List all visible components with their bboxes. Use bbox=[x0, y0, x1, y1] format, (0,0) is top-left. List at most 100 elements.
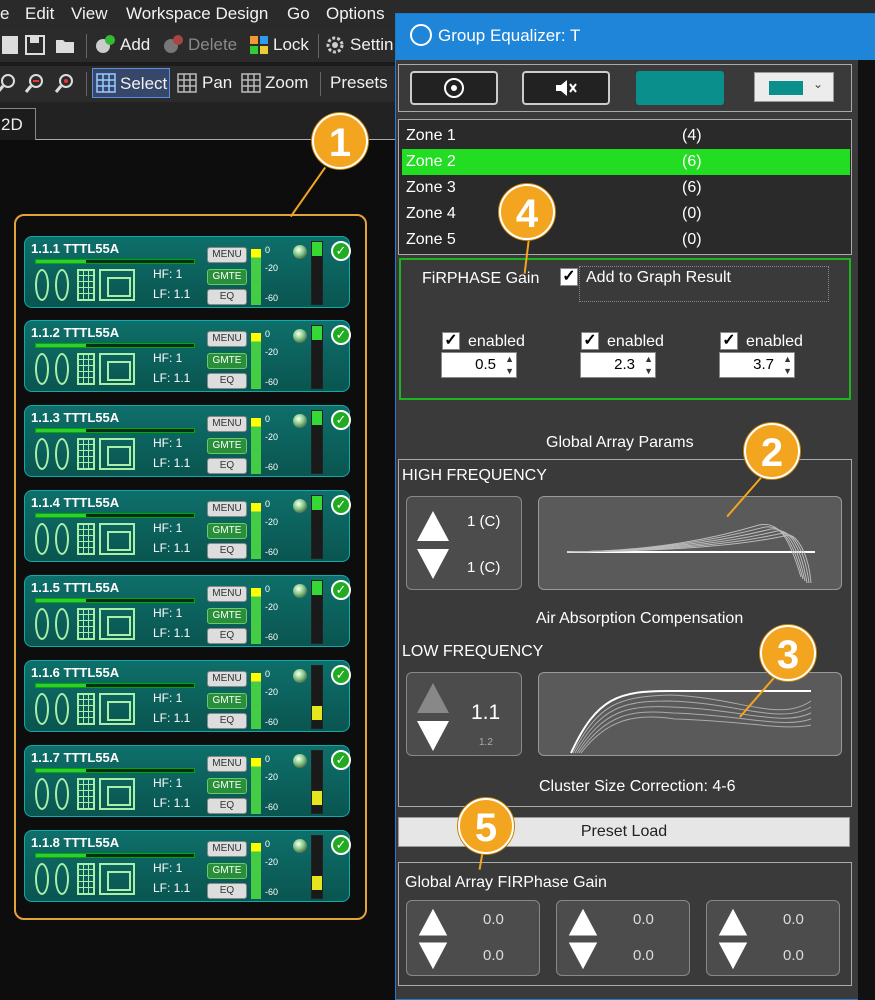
device-menu-button[interactable]: MENU bbox=[207, 586, 247, 602]
check-icon[interactable]: ✓ bbox=[331, 325, 351, 345]
add-button[interactable]: Add bbox=[120, 35, 150, 55]
device-eq-button[interactable]: EQ bbox=[207, 798, 247, 814]
device-name: 1.1.3 TTTL55A bbox=[31, 410, 120, 425]
meter-scale-0: 0 bbox=[265, 329, 271, 339]
device-row[interactable]: 1.1.5 TTTL55A HF: 1 LF: 1.1 MENU GMTE EQ 0 -20 -… bbox=[24, 575, 351, 647]
new-file-icon[interactable] bbox=[0, 34, 22, 56]
menu-workspace-design[interactable]: Workspace Design bbox=[126, 4, 268, 24]
device-gmte-button[interactable]: GMTE bbox=[207, 608, 247, 624]
device-eq-button[interactable]: EQ bbox=[207, 713, 247, 729]
check-icon[interactable]: ✓ bbox=[331, 580, 351, 600]
device-gmte-button[interactable]: GMTE bbox=[207, 778, 247, 794]
device-eq-button[interactable]: EQ bbox=[207, 543, 247, 559]
device-row[interactable]: 1.1.7 TTTL55A HF: 1 LF: 1.1 MENU GMTE EQ 0 -20 -… bbox=[24, 745, 351, 817]
zoom-out-icon[interactable] bbox=[24, 72, 46, 94]
global-firphase-stepper-3[interactable]: 0.0 0.0 bbox=[706, 900, 840, 976]
menu-file[interactable]: e bbox=[0, 4, 9, 24]
device-eq-button[interactable]: EQ bbox=[207, 373, 247, 389]
device-hf-value: HF: 1 bbox=[153, 606, 183, 620]
array-grid-icon bbox=[77, 353, 95, 385]
device-row[interactable]: 1.1.1 TTTL55A HF: 1 LF: 1.1 MENU GMTE EQ 0 -20 -… bbox=[24, 236, 351, 308]
presets-button[interactable]: Presets bbox=[330, 73, 388, 93]
device-row[interactable]: 1.1.6 TTTL55A HF: 1 LF: 1.1 MENU GMTE EQ 0 -20 -… bbox=[24, 660, 351, 732]
solo-button[interactable] bbox=[410, 71, 498, 105]
check-icon[interactable]: ✓ bbox=[331, 495, 351, 515]
device-eq-button[interactable]: EQ bbox=[207, 628, 247, 644]
device-gmte-button[interactable]: GMTE bbox=[207, 863, 247, 879]
menu-options[interactable]: Options bbox=[326, 4, 385, 24]
device-menu-button[interactable]: MENU bbox=[207, 501, 247, 517]
zoom-in-icon[interactable] bbox=[0, 72, 18, 94]
device-gmte-button[interactable]: GMTE bbox=[207, 693, 247, 709]
array-grid-icon bbox=[77, 608, 95, 640]
open-folder-icon[interactable] bbox=[54, 34, 76, 56]
high-frequency-stepper[interactable]: 1 (C) 1 (C) bbox=[406, 496, 522, 590]
enabled-checkbox-1[interactable]: ✓ bbox=[442, 332, 460, 350]
device-row[interactable]: 1.1.2 TTTL55A HF: 1 LF: 1.1 MENU GMTE EQ 0 -20 -… bbox=[24, 320, 351, 392]
check-icon[interactable]: ✓ bbox=[331, 410, 351, 430]
tab-2d[interactable]: 2D bbox=[0, 108, 36, 140]
menu-go[interactable]: Go bbox=[287, 4, 310, 24]
device-gmte-button[interactable]: GMTE bbox=[207, 269, 247, 285]
group-color-swatch[interactable] bbox=[636, 71, 724, 105]
device-vu-meter bbox=[251, 503, 261, 559]
check-icon[interactable]: ✓ bbox=[331, 750, 351, 770]
meter-scale-0: 0 bbox=[265, 584, 271, 594]
check-icon[interactable]: ✓ bbox=[331, 241, 351, 261]
global-firphase-stepper-2[interactable]: 0.0 0.0 bbox=[556, 900, 690, 976]
check-icon[interactable]: ✓ bbox=[331, 835, 351, 855]
meter-scale-0: 0 bbox=[265, 669, 271, 679]
zoom-button[interactable]: Zoom bbox=[265, 73, 308, 93]
device-row[interactable]: 1.1.8 TTTL55A HF: 1 LF: 1.1 MENU GMTE EQ 0 -20 -… bbox=[24, 830, 351, 902]
select-tool-button[interactable]: Select bbox=[92, 68, 170, 98]
zone-list-item[interactable]: Zone 5 (0) bbox=[402, 227, 850, 253]
high-frequency-label: HIGH FREQUENCY bbox=[402, 467, 547, 484]
pan-button[interactable]: Pan bbox=[202, 73, 232, 93]
device-menu-button[interactable]: MENU bbox=[207, 331, 247, 347]
device-row[interactable]: 1.1.3 TTTL55A HF: 1 LF: 1.1 MENU GMTE EQ 0 -20 -… bbox=[24, 405, 351, 477]
firphase-gain-input-1[interactable]: 0.5 bbox=[441, 352, 517, 378]
device-gmte-button[interactable]: GMTE bbox=[207, 353, 247, 369]
enabled-checkbox-3[interactable]: ✓ bbox=[720, 332, 738, 350]
save-icon[interactable] bbox=[24, 34, 46, 56]
firphase-gain-input-2[interactable]: 2.3 bbox=[580, 352, 656, 378]
color-dropdown[interactable]: ⌄ bbox=[754, 72, 834, 102]
device-eq-button[interactable]: EQ bbox=[207, 883, 247, 899]
device-row[interactable]: 1.1.4 TTTL55A HF: 1 LF: 1.1 MENU GMTE EQ 0 -20 -… bbox=[24, 490, 351, 562]
device-menu-button[interactable]: MENU bbox=[207, 756, 247, 772]
zoom-fit-icon[interactable] bbox=[54, 72, 76, 94]
global-firphase-stepper-1[interactable]: 0.0 0.0 bbox=[406, 900, 540, 976]
settings-button[interactable]: Settin bbox=[350, 35, 393, 55]
device-menu-button[interactable]: MENU bbox=[207, 247, 247, 263]
zone-list-item[interactable]: Zone 4 (0) bbox=[402, 201, 850, 227]
device-gmte-button[interactable]: GMTE bbox=[207, 438, 247, 454]
device-gmte-button[interactable]: GMTE bbox=[207, 523, 247, 539]
low-frequency-stepper[interactable]: 1.1 1.2 bbox=[406, 672, 522, 756]
group-equalizer-window: Group Equalizer: T ⌄ Zone 1 (4) Zone 2 (6) Z… bbox=[395, 13, 875, 1000]
enabled-checkbox-2[interactable]: ✓ bbox=[581, 332, 599, 350]
device-lf-value: LF: 1.1 bbox=[153, 711, 191, 725]
menu-view[interactable]: View bbox=[71, 4, 108, 24]
array-grid-icon bbox=[77, 863, 95, 895]
device-eq-button[interactable]: EQ bbox=[207, 289, 247, 305]
add-to-graph-checkbox[interactable]: ✓ bbox=[560, 268, 578, 286]
zone-list-item[interactable]: Zone 1 (4) bbox=[402, 123, 850, 149]
zone-list-item[interactable]: Zone 2 (6) bbox=[402, 149, 850, 175]
device-menu-button[interactable]: MENU bbox=[207, 416, 247, 432]
status-led bbox=[293, 245, 307, 259]
mute-button[interactable] bbox=[522, 71, 610, 105]
lock-button[interactable]: Lock bbox=[273, 35, 309, 55]
zone-list-item[interactable]: Zone 3 (6) bbox=[402, 175, 850, 201]
zone-count: (4) bbox=[682, 127, 702, 144]
device-eq-button[interactable]: EQ bbox=[207, 458, 247, 474]
firphase-gain-input-3[interactable]: 3.7 bbox=[719, 352, 795, 378]
device-status-bar bbox=[311, 665, 323, 729]
menu-edit[interactable]: Edit bbox=[25, 4, 54, 24]
zone-list[interactable]: Zone 1 (4) Zone 2 (6) Zone 3 (6) Zone 4 (0) Zone… bbox=[398, 119, 852, 255]
device-menu-button[interactable]: MENU bbox=[207, 841, 247, 857]
check-icon[interactable]: ✓ bbox=[331, 665, 351, 685]
delete-button[interactable]: Delete bbox=[188, 35, 237, 55]
device-menu-button[interactable]: MENU bbox=[207, 671, 247, 687]
device-name: 1.1.5 TTTL55A bbox=[31, 580, 120, 595]
device-level-meter bbox=[35, 768, 195, 773]
